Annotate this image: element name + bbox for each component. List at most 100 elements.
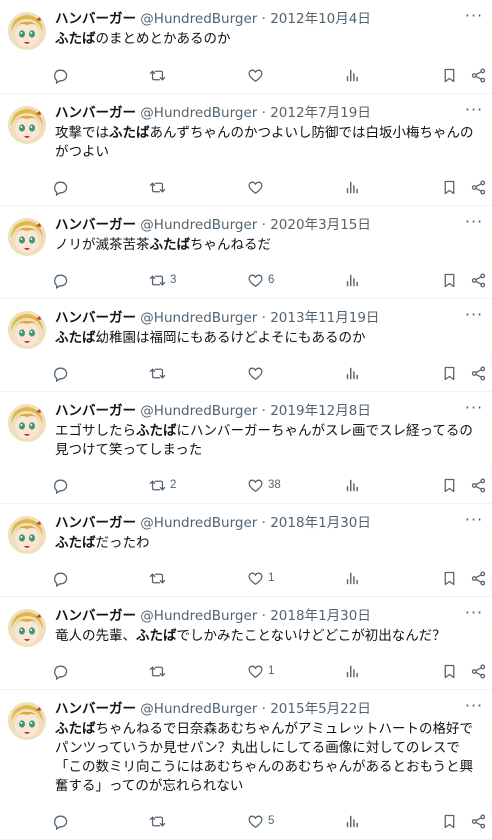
views-button[interactable] bbox=[344, 177, 361, 197]
more-icon[interactable]: ··· bbox=[464, 307, 484, 328]
like-button[interactable]: 6 bbox=[247, 270, 274, 290]
share-button[interactable] bbox=[470, 811, 487, 831]
retweet-button[interactable]: 2 bbox=[149, 475, 176, 495]
like-button[interactable] bbox=[247, 363, 268, 383]
tweet-header: ハンバーガー @HundredBurger · 2018年1月30日 bbox=[55, 606, 452, 626]
retweet-icon bbox=[149, 179, 166, 196]
retweet-button[interactable] bbox=[149, 568, 170, 588]
tweet[interactable]: ハンバーガー @HundredBurger · 2020年3月15日 ··· ノリが… bbox=[0, 206, 492, 299]
tweet[interactable]: ハンバーガー @HundredBurger · 2012年10月4日 ··· ふたば… bbox=[0, 0, 492, 94]
user-handle[interactable]: @HundredBurger bbox=[140, 515, 257, 531]
user-handle[interactable]: @HundredBurger bbox=[140, 310, 257, 326]
tweet[interactable]: ハンバーガー @HundredBurger · 2012年7月19日 ··· 攻撃で… bbox=[0, 94, 492, 206]
more-icon[interactable]: ··· bbox=[464, 214, 484, 235]
like-button[interactable]: 38 bbox=[247, 475, 281, 495]
display-name[interactable]: ハンバーガー bbox=[55, 701, 136, 717]
retweet-button[interactable] bbox=[149, 811, 170, 831]
bookmark-button[interactable] bbox=[441, 363, 458, 383]
more-icon[interactable]: ··· bbox=[464, 698, 484, 719]
display-name[interactable]: ハンバーガー bbox=[55, 403, 136, 419]
bookmark-button[interactable] bbox=[441, 270, 458, 290]
bookmark-button[interactable] bbox=[441, 475, 458, 495]
more-icon[interactable]: ··· bbox=[464, 8, 484, 29]
tweet-date[interactable]: 2020年3月15日 bbox=[270, 217, 371, 233]
tweet-date[interactable]: 2018年1月30日 bbox=[270, 608, 371, 624]
avatar[interactable] bbox=[8, 609, 46, 647]
tweet[interactable]: ハンバーガー @HundredBurger · 2013年11月19日 ··· ふた… bbox=[0, 299, 492, 392]
tweet-text: ふたばだったわ bbox=[55, 534, 486, 553]
share-button[interactable] bbox=[470, 65, 487, 85]
more-icon[interactable]: ··· bbox=[464, 605, 484, 626]
views-button[interactable] bbox=[344, 811, 361, 831]
reply-button[interactable] bbox=[52, 475, 69, 495]
tweet-date[interactable]: 2012年10月4日 bbox=[270, 11, 371, 27]
display-name[interactable]: ハンバーガー bbox=[55, 310, 136, 326]
more-icon[interactable]: ··· bbox=[464, 400, 484, 421]
avatar[interactable] bbox=[8, 311, 46, 349]
share-button[interactable] bbox=[470, 177, 487, 197]
display-name[interactable]: ハンバーガー bbox=[55, 105, 136, 121]
tweet-date[interactable]: 2012年7月19日 bbox=[270, 105, 371, 121]
avatar[interactable] bbox=[8, 702, 46, 740]
display-name[interactable]: ハンバーガー bbox=[55, 217, 136, 233]
avatar[interactable] bbox=[8, 12, 46, 50]
retweet-button[interactable] bbox=[149, 177, 170, 197]
share-button[interactable] bbox=[470, 661, 487, 681]
tweet-date[interactable]: 2019年12月8日 bbox=[270, 403, 371, 419]
bookmark-button[interactable] bbox=[441, 177, 458, 197]
like-button[interactable]: 1 bbox=[247, 568, 274, 588]
like-button[interactable]: 5 bbox=[247, 811, 274, 831]
reply-button[interactable] bbox=[52, 661, 69, 681]
tweet[interactable]: ハンバーガー @HundredBurger · 2018年1月30日 ··· ふたば… bbox=[0, 504, 492, 597]
user-handle[interactable]: @HundredBurger bbox=[140, 11, 257, 27]
like-button[interactable]: 1 bbox=[247, 661, 274, 681]
views-button[interactable] bbox=[344, 270, 361, 290]
avatar[interactable] bbox=[8, 516, 46, 554]
user-handle[interactable]: @HundredBurger bbox=[140, 608, 257, 624]
bookmark-button[interactable] bbox=[441, 661, 458, 681]
views-button[interactable] bbox=[344, 661, 361, 681]
user-handle[interactable]: @HundredBurger bbox=[140, 403, 257, 419]
retweet-button[interactable] bbox=[149, 363, 170, 383]
user-handle[interactable]: @HundredBurger bbox=[140, 105, 257, 121]
views-button[interactable] bbox=[344, 65, 361, 85]
display-name[interactable]: ハンバーガー bbox=[55, 11, 136, 27]
reply-button[interactable] bbox=[52, 811, 69, 831]
bookmark-button[interactable] bbox=[441, 568, 458, 588]
views-button[interactable] bbox=[344, 363, 361, 383]
tweet-date[interactable]: 2018年1月30日 bbox=[270, 515, 371, 531]
reply-button[interactable] bbox=[52, 568, 69, 588]
reply-button[interactable] bbox=[52, 363, 69, 383]
bookmark-button[interactable] bbox=[441, 65, 458, 85]
bookmark-button[interactable] bbox=[441, 811, 458, 831]
like-button[interactable] bbox=[247, 177, 268, 197]
display-name[interactable]: ハンバーガー bbox=[55, 608, 136, 624]
reply-button[interactable] bbox=[52, 177, 69, 197]
retweet-button[interactable] bbox=[149, 661, 170, 681]
retweet-button[interactable] bbox=[149, 65, 170, 85]
tweet[interactable]: ハンバーガー @HundredBurger · 2019年12月8日 ··· エゴサ… bbox=[0, 392, 492, 504]
share-button[interactable] bbox=[470, 270, 487, 290]
user-handle[interactable]: @HundredBurger bbox=[140, 217, 257, 233]
share-button[interactable] bbox=[470, 568, 487, 588]
tweet[interactable]: ハンバーガー @HundredBurger · 2015年5月22日 ··· ふたば… bbox=[0, 690, 492, 840]
share-button[interactable] bbox=[470, 363, 487, 383]
tweet-date[interactable]: 2015年5月22日 bbox=[270, 701, 371, 717]
views-button[interactable] bbox=[344, 475, 361, 495]
retweet-button[interactable]: 3 bbox=[149, 270, 176, 290]
views-icon bbox=[344, 570, 361, 587]
reply-button[interactable] bbox=[52, 270, 69, 290]
tweet-date[interactable]: 2013年11月19日 bbox=[270, 310, 379, 326]
more-icon[interactable]: ··· bbox=[464, 512, 484, 533]
display-name[interactable]: ハンバーガー bbox=[55, 515, 136, 531]
more-icon[interactable]: ··· bbox=[464, 102, 484, 123]
share-button[interactable] bbox=[470, 475, 487, 495]
reply-button[interactable] bbox=[52, 65, 69, 85]
tweet[interactable]: ハンバーガー @HundredBurger · 2018年1月30日 ··· 竜人の… bbox=[0, 597, 492, 690]
avatar[interactable] bbox=[8, 106, 46, 144]
like-button[interactable] bbox=[247, 65, 268, 85]
avatar[interactable] bbox=[8, 404, 46, 442]
user-handle[interactable]: @HundredBurger bbox=[140, 701, 257, 717]
views-button[interactable] bbox=[344, 568, 361, 588]
avatar[interactable] bbox=[8, 218, 46, 256]
